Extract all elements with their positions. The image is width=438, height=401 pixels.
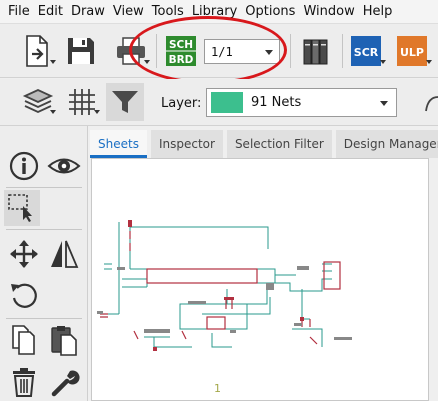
print-icon: [117, 37, 145, 65]
menu-edit[interactable]: Edit: [34, 0, 67, 24]
wrench-button[interactable]: [46, 364, 82, 400]
scr-icon: SCR: [351, 36, 381, 66]
mirror-button[interactable]: [46, 236, 82, 272]
print-button[interactable]: [112, 32, 150, 70]
menu-bar: File Edit Draw View Tools Library Option…: [0, 0, 438, 24]
filter-icon: [112, 91, 138, 113]
select-icon: [8, 194, 32, 222]
select-button[interactable]: [4, 190, 40, 226]
show-icon: [47, 158, 81, 174]
tab-design-manager[interactable]: Design Manager: [335, 130, 438, 158]
schematic-preview: [97, 220, 352, 351]
grid-dropdown-arrow[interactable]: [94, 110, 100, 114]
copy-icon: [12, 325, 35, 355]
toolbar-divider: [156, 34, 157, 68]
move-icon: [10, 240, 38, 268]
menu-library[interactable]: Library: [188, 0, 241, 24]
toolbar-divider: [290, 34, 291, 68]
sheet-selector-value: 1/1: [211, 44, 233, 59]
menu-file[interactable]: File: [4, 0, 34, 24]
schbrd-switch-icon: SCH BRD: [166, 36, 196, 66]
print-dropdown-arrow[interactable]: [144, 60, 150, 64]
layer-color-swatch: [211, 92, 243, 113]
toolbar-divider: [6, 229, 82, 230]
menu-options[interactable]: Options: [241, 0, 299, 24]
menu-window[interactable]: Window: [299, 0, 358, 24]
rotate-button[interactable]: [6, 278, 42, 314]
layer-label: Layer:: [161, 96, 202, 111]
move-button[interactable]: [6, 236, 42, 272]
library-button[interactable]: [298, 32, 336, 70]
delete-button[interactable]: [6, 364, 42, 400]
menu-view[interactable]: View: [109, 0, 148, 24]
chevron-down-icon: [265, 50, 273, 55]
ulp-dropdown-arrow[interactable]: [426, 60, 432, 64]
layers-button[interactable]: [20, 84, 56, 120]
tab-sheets[interactable]: Sheets: [90, 130, 147, 158]
scr-label: SCR: [354, 46, 379, 59]
rotate-icon: [11, 283, 37, 308]
paste-icon: [51, 326, 77, 356]
toolbar-divider: [342, 34, 343, 68]
filter-button[interactable]: [106, 83, 144, 121]
menu-tools[interactable]: Tools: [148, 0, 188, 24]
toolbar-divider: [6, 187, 82, 188]
main-toolbar: SCH BRD 1/1 SCR ULP: [0, 24, 438, 78]
mirror-icon: [51, 240, 79, 268]
paste-button[interactable]: [46, 322, 82, 358]
save-icon: [68, 38, 94, 64]
info-icon: [9, 151, 39, 181]
ulp-icon: ULP: [397, 36, 427, 66]
delete-icon: [13, 368, 35, 397]
arc-icon[interactable]: [424, 93, 438, 113]
layer-selector[interactable]: 91 Nets: [206, 88, 397, 117]
show-button[interactable]: [46, 148, 82, 184]
open-icon: [26, 35, 48, 67]
layer-selector-value: 91 Nets: [251, 95, 302, 110]
schbrd-switch-button[interactable]: SCH BRD: [162, 32, 200, 70]
copy-button[interactable]: [6, 322, 42, 358]
open-button[interactable]: [18, 32, 56, 70]
scr-dropdown-arrow[interactable]: [380, 60, 386, 64]
ulp-button[interactable]: ULP: [394, 32, 432, 70]
chevron-down-icon: [380, 101, 388, 106]
parameter-toolbar: Layer: 91 Nets: [0, 79, 438, 126]
command-toolbar: [0, 126, 88, 401]
sheet-selector[interactable]: 1/1: [204, 39, 280, 64]
schbrd-top-label: SCH: [169, 39, 193, 51]
scr-button[interactable]: SCR: [348, 32, 386, 70]
schbrd-bottom-label: BRD: [169, 54, 194, 66]
wrench-icon: [51, 370, 80, 397]
toolbar-divider: [6, 318, 82, 319]
save-button[interactable]: [62, 32, 100, 70]
grid-button[interactable]: [64, 84, 100, 120]
open-dropdown-arrow[interactable]: [50, 60, 56, 64]
panel-tabs: Sheets Inspector Selection Filter Design…: [90, 130, 438, 158]
sheet-thumbnail[interactable]: [91, 158, 429, 401]
library-icon: [303, 39, 328, 65]
info-button[interactable]: [6, 148, 42, 184]
tab-inspector[interactable]: Inspector: [150, 130, 223, 158]
ulp-label: ULP: [400, 46, 424, 59]
menu-draw[interactable]: Draw: [67, 0, 109, 24]
menu-help[interactable]: Help: [359, 0, 397, 24]
sheet-number: 1: [214, 382, 221, 395]
tab-selection-filter[interactable]: Selection Filter: [226, 130, 332, 158]
layers-dropdown-arrow[interactable]: [50, 110, 56, 114]
